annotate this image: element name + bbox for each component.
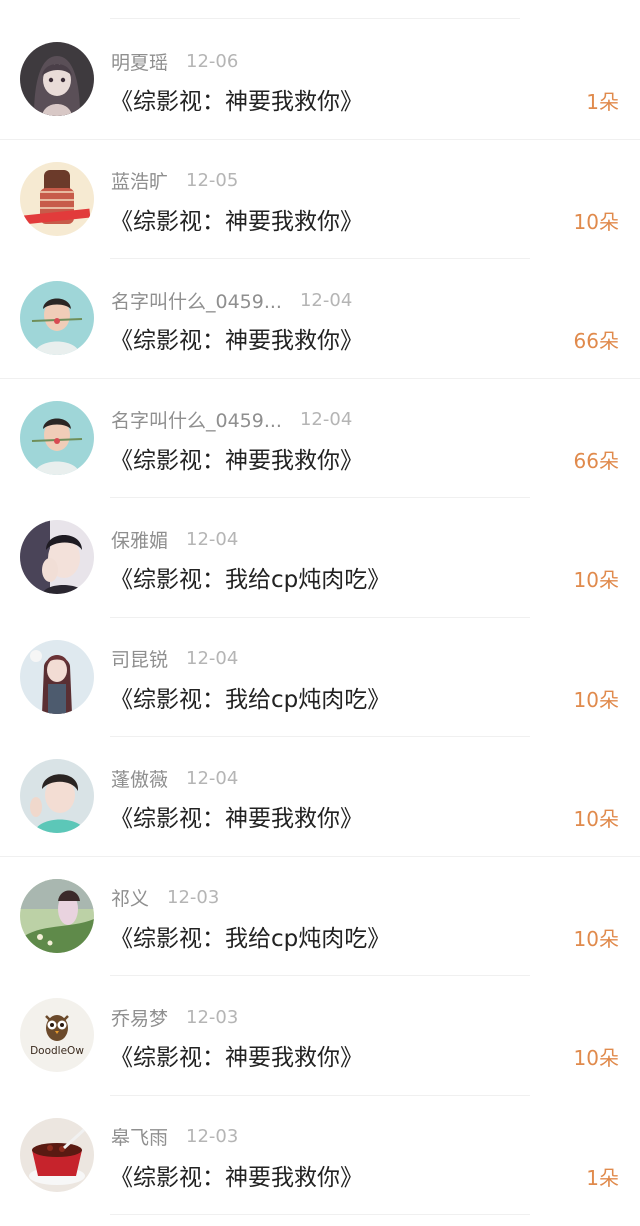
gift-record-list: 明夏瑶 12-06 《综影视：神要我救你》 1朵 蓝浩旷 12-05 《综影视：… [0, 20, 640, 1226]
anime-longhair-avatar-icon [20, 639, 94, 714]
flower-count: 1朵 [586, 1165, 619, 1190]
book-title[interactable]: 《综影视：神要我救你》 [110, 441, 363, 475]
flower-count: 66朵 [573, 329, 619, 353]
list-item[interactable]: 名字叫什么_0459... 12-04 《综影视：神要我救你》 66朵 [0, 259, 640, 379]
man-rose-avatar-icon [20, 400, 94, 475]
avatar[interactable] [20, 42, 94, 116]
avatar[interactable] [20, 161, 94, 236]
record-date: 12-03 [186, 1126, 239, 1147]
avatar[interactable] [20, 639, 94, 714]
user-name[interactable]: 明夏瑶 [111, 48, 168, 75]
user-name[interactable]: 保雅媚 [111, 526, 168, 553]
user-name[interactable]: 蓝浩旷 [111, 167, 168, 194]
book-title[interactable]: 《综影视：神要我救你》 [110, 202, 363, 236]
record-date: 12-04 [186, 528, 239, 550]
list-item[interactable]: 保雅媚 12-04 《综影视：我给cp炖肉吃》 10朵 [0, 498, 640, 618]
list-item[interactable]: 名字叫什么_0459... 12-04 《综影视：神要我救你》 66朵 [0, 379, 640, 498]
flower-count: 10朵 [573, 568, 619, 592]
doodle-owl-logo-text: DoodleOw [30, 1045, 84, 1057]
divider [110, 1214, 530, 1215]
list-item[interactable]: 明夏瑶 12-06 《综影视：神要我救你》 1朵 [0, 20, 640, 140]
record-date: 12-04 [186, 648, 239, 669]
user-name[interactable]: 名字叫什么_0459... [111, 406, 282, 433]
book-title[interactable]: 《综影视：我给cp炖肉吃》 [110, 919, 390, 953]
flower-count: 1朵 [586, 90, 619, 114]
avatar[interactable] [20, 400, 94, 475]
user-name[interactable]: 祁义 [111, 884, 149, 911]
book-title[interactable]: 《综影视：我给cp炖肉吃》 [110, 560, 390, 594]
doodle-owl-avatar-icon: DoodleOw [20, 998, 94, 1072]
avatar[interactable]: DoodleOw [20, 998, 94, 1072]
avatar[interactable] [20, 1117, 94, 1192]
flower-count: 10朵 [573, 687, 619, 712]
user-name[interactable]: 名字叫什么_0459... [111, 287, 282, 314]
record-date: 12-03 [186, 1006, 239, 1028]
garden-avatar-icon [20, 878, 94, 953]
anime-girl-avatar-icon [20, 42, 94, 116]
book-title[interactable]: 《综影视：神要我救你》 [110, 321, 363, 355]
user-name[interactable]: 乔易梦 [111, 1004, 168, 1031]
list-item[interactable]: 蓝浩旷 12-05 《综影视：神要我救你》 10朵 [0, 140, 640, 259]
dessert-bowl-avatar-icon [20, 1117, 94, 1192]
girl-sweater-avatar-icon [20, 161, 94, 236]
book-title[interactable]: 《综影视：神要我救你》 [110, 1158, 363, 1192]
user-name[interactable]: 司昆锐 [111, 645, 168, 672]
flower-count: 10朵 [573, 926, 619, 951]
avatar[interactable] [20, 878, 94, 953]
list-item[interactable]: 司昆锐 12-04 《综影视：我给cp炖肉吃》 10朵 [0, 618, 640, 737]
user-name[interactable]: 蓬傲薇 [111, 765, 168, 792]
record-date: 12-04 [299, 289, 353, 311]
girl-hands-avatar-icon [20, 520, 94, 594]
flower-count: 66朵 [573, 448, 619, 473]
man-rose-avatar-icon [20, 281, 94, 355]
user-name[interactable]: 皋飞雨 [111, 1123, 168, 1150]
top-divider [110, 18, 520, 19]
avatar[interactable] [20, 281, 94, 355]
record-date: 12-05 [186, 170, 239, 191]
list-item[interactable]: 蓬傲薇 12-04 《综影视：神要我救你》 10朵 [0, 737, 640, 857]
book-title[interactable]: 《综影视：神要我救你》 [110, 82, 363, 116]
flower-count: 10朵 [573, 209, 619, 234]
avatar[interactable] [20, 520, 94, 594]
flower-count: 10朵 [573, 1046, 619, 1070]
avatar[interactable] [20, 759, 94, 833]
list-item[interactable]: 皋飞雨 12-03 《综影视：神要我救你》 1朵 [0, 1096, 640, 1215]
record-date: 12-03 [167, 887, 220, 908]
boy-selfie-avatar-icon [20, 759, 94, 833]
flower-count: 10朵 [573, 807, 619, 831]
book-title[interactable]: 《综影视：神要我救你》 [110, 799, 363, 833]
list-item[interactable]: 祁义 12-03 《综影视：我给cp炖肉吃》 10朵 [0, 857, 640, 976]
book-title[interactable]: 《综影视：我给cp炖肉吃》 [110, 680, 390, 714]
record-date: 12-06 [186, 50, 239, 72]
record-date: 12-04 [299, 409, 353, 430]
list-item[interactable]: DoodleOw 乔易梦 12-03 《综影视：神要我救你》 10朵 [0, 976, 640, 1096]
record-date: 12-04 [186, 767, 239, 789]
book-title[interactable]: 《综影视：神要我救你》 [110, 1038, 363, 1072]
